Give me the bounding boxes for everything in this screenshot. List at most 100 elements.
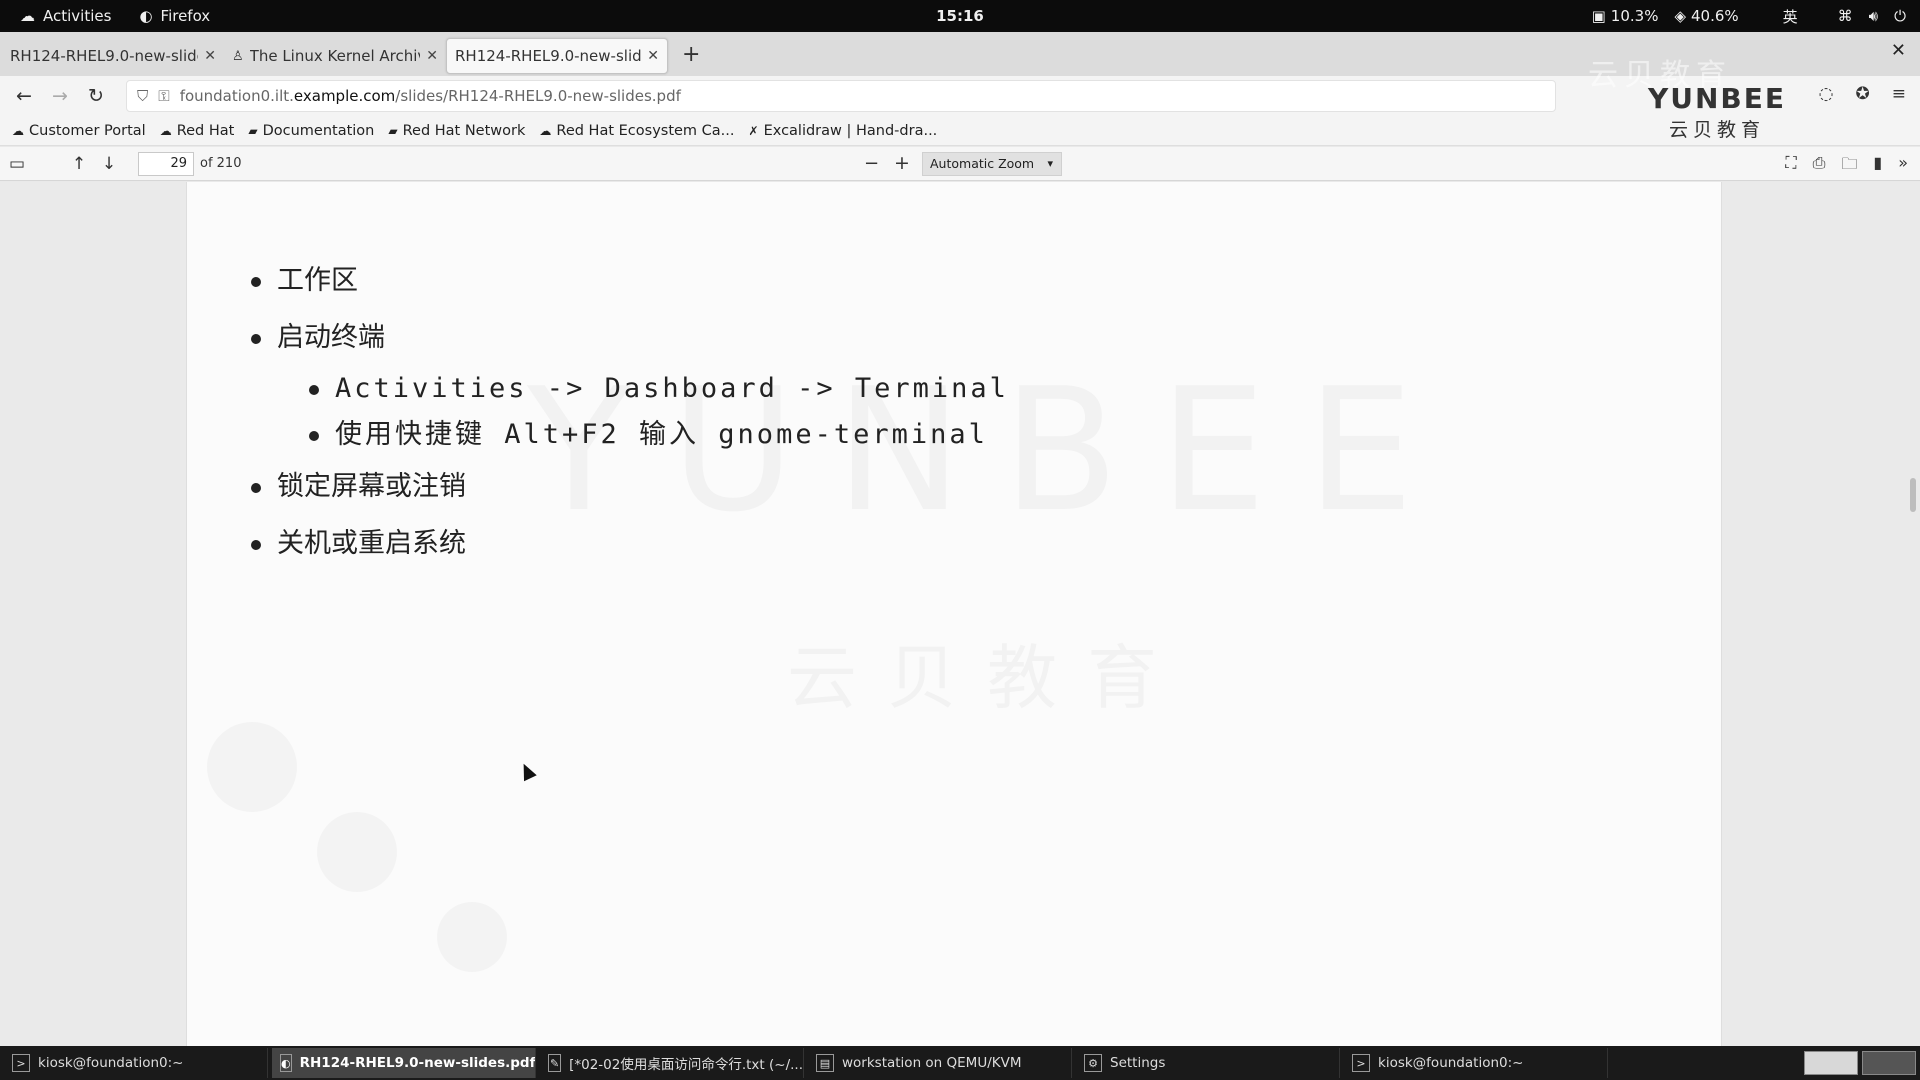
redhat-icon: ☁ — [539, 123, 552, 138]
app-name-label: Firefox — [160, 7, 211, 25]
scrollbar-thumb[interactable] — [1910, 478, 1916, 512]
bullet-item: 启动终端 — [251, 309, 1009, 366]
text-editor-icon: ✎ — [548, 1054, 562, 1072]
shield-icon[interactable]: ⛉ — [137, 87, 148, 105]
back-button[interactable]: ← — [6, 85, 42, 107]
book-icon: ▰ — [248, 123, 258, 138]
task-vm[interactable]: ▤ workstation on QEMU/KVM — [808, 1048, 1072, 1078]
menu-icon[interactable]: ≡ — [1892, 84, 1906, 104]
memory-icon: ◈ — [1674, 7, 1686, 25]
url-text: foundation0.ilt.example.com/slides/RH124… — [179, 87, 681, 105]
workspace-1[interactable] — [1804, 1051, 1858, 1075]
zoom-value: Automatic Zoom — [930, 156, 1035, 171]
terminal-icon: > — [12, 1054, 30, 1072]
decorative-circle — [437, 902, 507, 972]
decorative-circle — [207, 722, 297, 812]
task-firefox[interactable]: ◐ RH124-RHEL9.0-new-slides.pdf ... — [272, 1048, 536, 1078]
task-text-editor[interactable]: ✎ [*02-02使用桌面访问命令行.txt (~/... — [540, 1048, 804, 1078]
tab-title: The Linux Kernel Archives — [249, 47, 421, 65]
terminal-icon: > — [1352, 1054, 1370, 1072]
tools-icon[interactable]: » — [1898, 153, 1908, 180]
network-icon[interactable]: ⌘ — [1838, 7, 1853, 25]
chevron-down-icon: ▾ — [1047, 157, 1053, 170]
close-tab-icon[interactable]: ✕ — [647, 48, 659, 64]
task-terminal-2[interactable]: > kiosk@foundation0:~ — [1344, 1048, 1608, 1078]
gear-icon: ⚙ — [1084, 1054, 1102, 1072]
activities-button[interactable]: ☁ Activities — [20, 7, 111, 25]
clock[interactable]: 15:16 — [936, 7, 984, 25]
bookmark-red-hat-network[interactable]: ▰ Red Hat Network — [388, 123, 525, 139]
sidebar-toggle-icon[interactable]: ▭ — [2, 154, 32, 174]
page-count: of 210 — [200, 156, 242, 171]
excalidraw-icon: ✗ — [748, 123, 759, 138]
memory-value: 40.6% — [1691, 7, 1739, 25]
browser-tab-3[interactable]: RH124-RHEL9.0-new-slides. ✕ — [446, 38, 668, 74]
redhat-icon: ☁ — [12, 123, 24, 138]
tab-title: RH124-RHEL9.0-new-slides. — [10, 47, 199, 65]
bookmark-customer-portal[interactable]: ☁ Customer Portal — [12, 123, 146, 139]
extension-icon[interactable]: ✪ — [1856, 84, 1870, 104]
volume-icon[interactable]: 🔊︎ — [1869, 7, 1878, 25]
gnome-top-bar: ☁ Activities ◐ Firefox 15:16 ▣ 10.3% ◈ 40.… — [0, 0, 1920, 32]
sub-bullet-item: 使用快捷键 Alt+F2 输入 gnome-terminal — [277, 412, 1009, 458]
watermark-text-cn: 云贝教育 — [787, 622, 1187, 723]
browser-tab-1[interactable]: RH124-RHEL9.0-new-slides. ✕ — [2, 38, 224, 74]
new-tab-button[interactable]: + — [682, 42, 700, 67]
pdf-viewer[interactable]: YUNBEE 云贝教育 工作区 启动终端 Activities -> Dashb… — [0, 182, 1920, 1046]
cpu-value: 10.3% — [1610, 7, 1659, 25]
app-menu-firefox[interactable]: ◐ Firefox — [139, 7, 210, 25]
penguin-icon: ♙ — [232, 48, 244, 64]
input-method-indicator[interactable]: 英 — [1783, 6, 1798, 27]
book-icon: ▰ — [388, 123, 398, 138]
task-terminal-1[interactable]: > kiosk@foundation0:~ — [4, 1048, 268, 1078]
url-bar[interactable]: ⛉ ⚿ foundation0.ilt.example.com/slides/R… — [126, 80, 1556, 112]
power-icon[interactable]: ⏻ — [1894, 7, 1906, 25]
lock-icon[interactable]: ⚿ — [158, 87, 169, 105]
browser-tab-2[interactable]: ♙ The Linux Kernel Archives ✕ — [224, 38, 446, 74]
workspace-2[interactable] — [1862, 1051, 1916, 1075]
activities-icon: ☁ — [20, 7, 35, 25]
bookmark-excalidraw[interactable]: ✗ Excalidraw | Hand-dra... — [749, 123, 938, 139]
presentation-mode-icon[interactable]: ⛶ — [1785, 153, 1796, 180]
window-close-icon[interactable]: ✕ — [1891, 40, 1906, 61]
browser-tab-bar: RH124-RHEL9.0-new-slides. ✕ ♙ The Linux … — [0, 32, 1920, 76]
bullet-item: 工作区 — [251, 252, 1009, 309]
task-settings[interactable]: ⚙ Settings — [1076, 1048, 1340, 1078]
previous-page-icon[interactable]: ↑ — [64, 154, 94, 174]
navigation-toolbar: ← → ↻ ⛉ ⚿ foundation0.ilt.example.com/sl… — [0, 76, 1920, 116]
window-list-taskbar: > kiosk@foundation0:~ ◐ RH124-RHEL9.0-ne… — [0, 1046, 1920, 1080]
reload-button[interactable]: ↻ — [78, 85, 114, 107]
redhat-icon: ☁ — [159, 123, 172, 138]
activities-label: Activities — [43, 7, 112, 25]
close-tab-icon[interactable]: ✕ — [204, 48, 216, 64]
bookmark-red-hat[interactable]: ☁ Red Hat — [160, 123, 235, 139]
forward-button[interactable]: → — [42, 85, 78, 107]
bullet-item: 锁定屏幕或注销 — [251, 458, 1009, 515]
next-page-icon[interactable]: ↓ — [94, 154, 124, 174]
cpu-icon: ▣ — [1591, 7, 1606, 25]
zoom-out-icon[interactable]: − — [864, 153, 879, 174]
bookmark-documentation[interactable]: ▰ Documentation — [248, 123, 374, 139]
bookmark-icon[interactable]: ▮ — [1873, 153, 1882, 180]
vm-icon: ▤ — [816, 1054, 834, 1072]
memory-indicator[interactable]: ◈ 40.6% — [1674, 7, 1738, 25]
decorative-circle — [317, 812, 397, 892]
print-icon[interactable]: ⎙ — [1813, 153, 1826, 180]
pdf-toolbar: ▭ ↑ ↓ 29 of 210 − + Automatic Zoom ▾ ⛶ ⎙… — [0, 147, 1920, 181]
firefox-icon: ◐ — [280, 1054, 292, 1072]
slide-bullet-list: 工作区 启动终端 Activities -> Dashboard -> Term… — [251, 252, 1009, 572]
zoom-in-icon[interactable]: + — [894, 152, 910, 174]
sub-bullet-item: Activities -> Dashboard -> Terminal — [277, 366, 1009, 412]
cpu-indicator[interactable]: ▣ 10.3% — [1592, 7, 1659, 25]
tab-title: RH124-RHEL9.0-new-slides. — [455, 47, 642, 65]
bookmark-red-hat-ecosystem[interactable]: ☁ Red Hat Ecosystem Ca... — [539, 123, 734, 139]
bookmarks-toolbar: ☁ Customer Portal ☁ Red Hat ▰ Documentation… — [0, 116, 1920, 146]
pocket-icon[interactable]: ◌ — [1819, 84, 1834, 104]
firefox-icon: ◐ — [139, 7, 153, 25]
page-number-input[interactable]: 29 — [138, 151, 194, 176]
close-tab-icon[interactable]: ✕ — [426, 48, 438, 64]
bullet-item: 关机或重启系统 — [251, 515, 1009, 572]
pdf-page: YUNBEE 云贝教育 工作区 启动终端 Activities -> Dashb… — [186, 182, 1722, 1046]
zoom-select[interactable]: Automatic Zoom ▾ — [922, 152, 1062, 176]
save-icon[interactable]: 🗀 — [1841, 153, 1857, 180]
